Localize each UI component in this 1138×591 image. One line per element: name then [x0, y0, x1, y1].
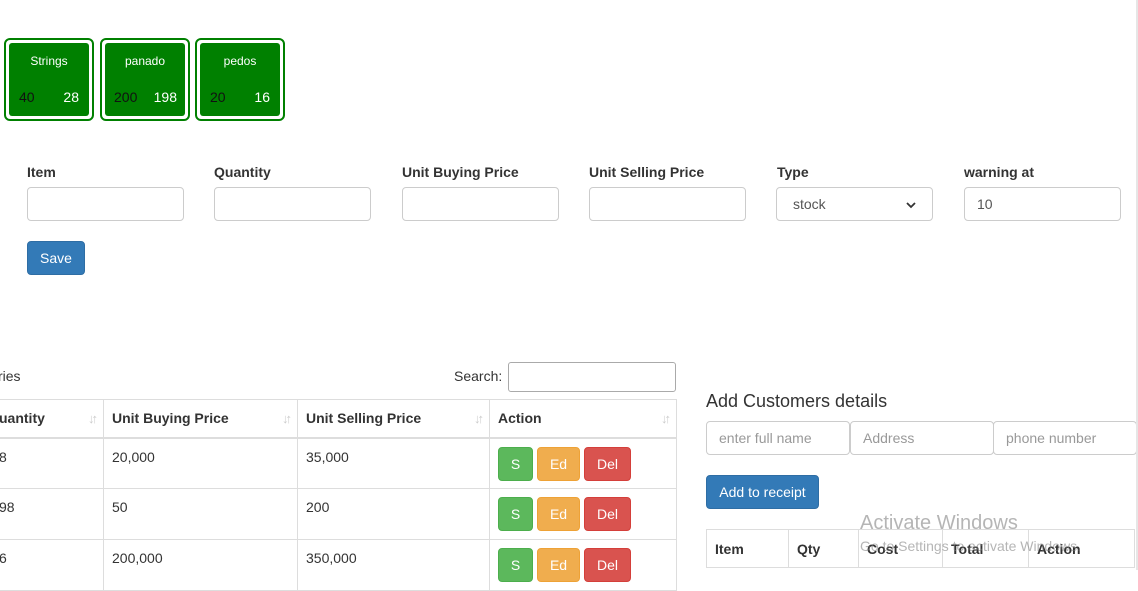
edit-button[interactable]: Ed: [537, 548, 580, 582]
sell-button[interactable]: S: [498, 548, 533, 582]
buying-price-cell: 200,000: [103, 539, 298, 591]
chevron-down-icon: [906, 196, 916, 212]
column-header-action[interactable]: Action ↓↑: [489, 399, 677, 439]
sort-icon: ↓↑: [474, 411, 484, 426]
action-cell: S Ed Del: [489, 488, 677, 540]
edit-button[interactable]: Ed: [537, 446, 580, 481]
stock-card-remaining: 28: [63, 89, 79, 105]
type-select-value: stock: [793, 196, 826, 212]
selling-price-cell: 200: [297, 488, 490, 540]
save-button[interactable]: Save: [27, 241, 85, 275]
unit-selling-price-input[interactable]: [589, 187, 746, 221]
column-header-unit-buying-price[interactable]: Unit Buying Price ↓↑: [103, 399, 298, 439]
address-input[interactable]: Address: [850, 421, 994, 455]
search-label: Search:: [454, 368, 503, 384]
stock-card-name: pedos: [223, 54, 257, 68]
stock-card-total: 200: [114, 89, 138, 105]
activate-windows-watermark: Activate Windows: [860, 512, 1018, 534]
search-input[interactable]: [508, 362, 676, 392]
customer-details-title: Add Customers details: [706, 391, 888, 411]
stock-card-name: panado: [124, 54, 166, 68]
column-header-unit-selling-price[interactable]: Unit Selling Price ↓↑: [297, 399, 490, 439]
selling-price-cell: 35,000: [297, 437, 490, 489]
stock-card-body: Strings 40 28: [9, 43, 89, 116]
stock-card-pedos: pedos 20 16: [195, 38, 285, 121]
stock-card-strings: Strings 40 28: [4, 38, 94, 121]
table-row: 6 200,000 350,000 S Ed Del: [0, 539, 677, 591]
sell-button[interactable]: S: [498, 497, 533, 531]
column-header-label: Action: [498, 410, 542, 427]
sell-button[interactable]: S: [498, 446, 533, 481]
receipt-column-item: Item: [706, 529, 789, 568]
warning-at-label: warning at: [964, 164, 1035, 180]
sort-icon: ↓↑: [88, 411, 98, 426]
edit-button[interactable]: Ed: [537, 497, 580, 531]
add-to-receipt-button[interactable]: Add to receipt: [706, 475, 819, 509]
quantity-label: Quantity: [214, 164, 271, 180]
unit-buying-price-input[interactable]: [402, 187, 559, 221]
stock-card-name: Strings: [30, 54, 68, 68]
table-header-row: uantity ↓↑ Unit Buying Price ↓↑ Unit Sel…: [0, 399, 677, 439]
quantity-input[interactable]: [214, 187, 371, 221]
receipt-column-qty: Qty: [788, 529, 859, 568]
buying-price-cell: 20,000: [103, 437, 298, 489]
stock-card-panado: panado 200 198: [100, 38, 190, 121]
column-header-label: uantity: [0, 410, 45, 427]
stock-card-remaining: 198: [153, 89, 177, 105]
warning-at-input[interactable]: [964, 187, 1121, 221]
delete-button[interactable]: Del: [584, 497, 631, 531]
column-header-quantity[interactable]: uantity ↓↑: [0, 399, 104, 439]
selling-price-cell: 350,000: [297, 539, 490, 591]
item-input[interactable]: [27, 187, 184, 221]
phone-number-input[interactable]: phone number: [993, 421, 1137, 455]
action-cell: S Ed Del: [489, 539, 677, 591]
unit-buying-price-label: Unit Buying Price: [402, 164, 519, 180]
quantity-cell: 8: [0, 437, 104, 489]
stock-card-body: panado 200 198: [105, 43, 185, 116]
items-table: uantity ↓↑ Unit Buying Price ↓↑ Unit Sel…: [0, 399, 677, 591]
entries-label: ries: [0, 368, 21, 384]
column-header-label: Unit Selling Price: [306, 410, 422, 427]
type-label: Type: [777, 164, 809, 180]
table-row: 8 20,000 35,000 S Ed Del: [0, 437, 677, 489]
item-label: Item: [27, 164, 56, 180]
quantity-cell: 98: [0, 488, 104, 540]
delete-button[interactable]: Del: [584, 446, 631, 481]
sort-icon: ↓↑: [282, 411, 292, 426]
action-cell: S Ed Del: [489, 437, 677, 489]
activate-windows-subtitle: Go to Settings to activate Windows.: [860, 538, 1081, 554]
unit-selling-price-label: Unit Selling Price: [589, 164, 705, 180]
full-name-input[interactable]: enter full name: [706, 421, 850, 455]
sort-icon: ↓↑: [661, 411, 671, 426]
column-header-label: Unit Buying Price: [112, 410, 229, 427]
table-row: 98 50 200 S Ed Del: [0, 488, 677, 540]
stock-card-body: pedos 20 16: [200, 43, 280, 116]
buying-price-cell: 50: [103, 488, 298, 540]
type-select[interactable]: stock: [776, 187, 933, 221]
stock-card-total: 20: [210, 89, 226, 105]
stock-card-total: 40: [19, 89, 35, 105]
delete-button[interactable]: Del: [584, 548, 631, 582]
quantity-cell: 6: [0, 539, 104, 591]
stock-card-remaining: 16: [254, 89, 270, 105]
